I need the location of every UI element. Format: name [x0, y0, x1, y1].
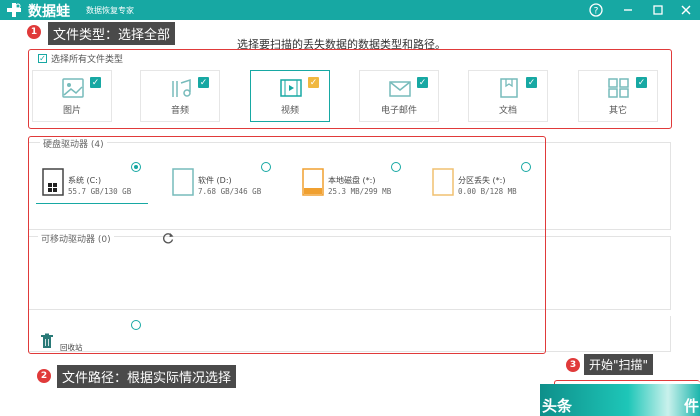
- file-type-video[interactable]: ✓ 视频: [250, 70, 330, 122]
- file-type-email-label: 电子邮件: [380, 106, 417, 116]
- file-type-video-checkbox[interactable]: ✓: [308, 77, 319, 88]
- drive-lost-radio[interactable]: [521, 162, 531, 172]
- file-type-other[interactable]: ✓ 其它: [578, 70, 658, 122]
- hard-drives-title: 硬盘驱动器 (4): [40, 137, 107, 150]
- file-type-document-label: 文档: [498, 106, 517, 116]
- close-icon[interactable]: [678, 2, 694, 18]
- file-type-email-checkbox[interactable]: ✓: [417, 77, 428, 88]
- callout-2-number: 2: [37, 369, 51, 383]
- drive-local[interactable]: 本地磁盘 (*:) 25.3 MB/299 MB: [302, 168, 412, 204]
- file-type-image-label: 图片: [62, 106, 81, 116]
- drive-c-size: 55.7 GB/130 GB: [68, 187, 132, 196]
- select-all-label: 选择所有文件类型: [51, 55, 124, 65]
- callout-1-label: 文件类型：选择全部: [48, 22, 176, 45]
- app-subtitle: 数据恢复专家: [86, 6, 134, 15]
- drive-lost[interactable]: 分区丢失 (*:) 0.00 B/128 MB: [432, 168, 542, 204]
- email-icon: [389, 81, 411, 97]
- recycle-radio[interactable]: [131, 320, 141, 330]
- callout-1-number: 1: [27, 25, 41, 39]
- file-type-email[interactable]: ✓ 电子邮件: [359, 70, 439, 122]
- windows-drive-icon: [42, 168, 64, 196]
- music-icon: [172, 78, 191, 97]
- drive-d-size: 7.68 GB/346 GB: [198, 187, 262, 196]
- file-type-audio-label: 音频: [170, 106, 189, 116]
- callout-3-number: 3: [566, 358, 580, 372]
- drive-local-size: 25.3 MB/299 MB: [328, 187, 392, 196]
- file-type-document-checkbox[interactable]: ✓: [526, 77, 537, 88]
- recycle-label: 回收站: [60, 343, 83, 352]
- video-icon: [280, 79, 302, 97]
- minimize-icon[interactable]: [620, 2, 636, 18]
- drive-d[interactable]: 软件 (D:) 7.68 GB/346 GB: [172, 168, 282, 204]
- drive-c[interactable]: 系统 (C:) 55.7 GB/130 GB: [42, 168, 152, 204]
- drive-icon: [172, 168, 194, 196]
- drive-lost-name: 分区丢失 (*:): [458, 176, 506, 185]
- callout-2-label: 文件路径：根据实际情况选择: [57, 365, 237, 388]
- drive-c-name: 系统 (C:): [68, 176, 102, 185]
- file-type-document[interactable]: ✓ 文档: [468, 70, 548, 122]
- select-all-file-types[interactable]: ✓ 选择所有文件类型: [38, 52, 123, 65]
- image-icon: [62, 78, 84, 98]
- drive-d-name: 软件 (D:): [198, 176, 232, 185]
- refresh-icon[interactable]: [161, 230, 175, 244]
- drive-orange-icon: [302, 168, 324, 196]
- removable-drives-title: 可移动驱动器 (0): [38, 232, 114, 245]
- file-type-audio-checkbox[interactable]: ✓: [198, 77, 209, 88]
- select-all-checkbox[interactable]: ✓: [38, 54, 47, 63]
- file-type-image-checkbox[interactable]: ✓: [90, 77, 101, 88]
- trash-icon[interactable]: [40, 333, 54, 349]
- drive-local-name: 本地磁盘 (*:): [328, 176, 376, 185]
- app-logo-icon: [7, 3, 21, 17]
- callout-3-label: 开始"扫描": [584, 354, 654, 375]
- app-name: 数据蛙: [28, 3, 70, 19]
- file-types-highlight: [28, 49, 672, 129]
- drive-lost-icon: [432, 168, 454, 196]
- drive-local-radio[interactable]: [391, 162, 401, 172]
- drive-c-selected-underline: [36, 203, 148, 204]
- document-icon: [500, 78, 518, 98]
- help-icon[interactable]: ?: [588, 2, 604, 18]
- other-icon: [608, 78, 629, 98]
- scan-button-text-right: 件: [684, 397, 700, 415]
- title-bar: 数据蛙 数据恢复专家 ?: [0, 0, 700, 20]
- maximize-icon[interactable]: [650, 2, 666, 18]
- drive-d-radio[interactable]: [261, 162, 271, 172]
- svg-text:?: ?: [594, 7, 599, 17]
- file-type-video-label: 视频: [280, 106, 299, 116]
- drive-lost-size: 0.00 B/128 MB: [458, 187, 517, 196]
- file-type-image[interactable]: ✓ 图片: [32, 70, 112, 122]
- file-type-other-label: 其它: [608, 106, 627, 116]
- scan-button-text-left: 头条: [542, 397, 573, 415]
- file-type-audio[interactable]: ✓ 音频: [140, 70, 220, 122]
- file-type-other-checkbox[interactable]: ✓: [636, 77, 647, 88]
- drive-c-radio[interactable]: [131, 162, 141, 172]
